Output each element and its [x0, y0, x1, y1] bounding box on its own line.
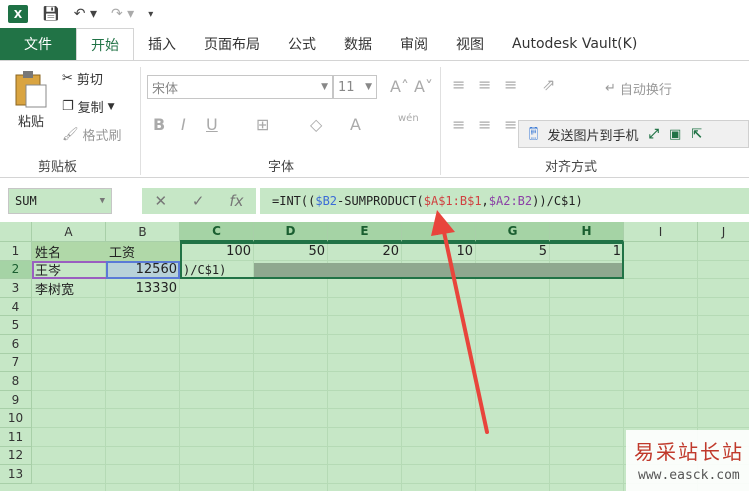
- watermark-url: www.easck.com: [638, 468, 740, 483]
- annotation-arrow: [431, 210, 489, 434]
- watermark: 易采站长站 www.easck.com: [626, 430, 749, 491]
- watermark-title: 易采站长站: [634, 440, 744, 464]
